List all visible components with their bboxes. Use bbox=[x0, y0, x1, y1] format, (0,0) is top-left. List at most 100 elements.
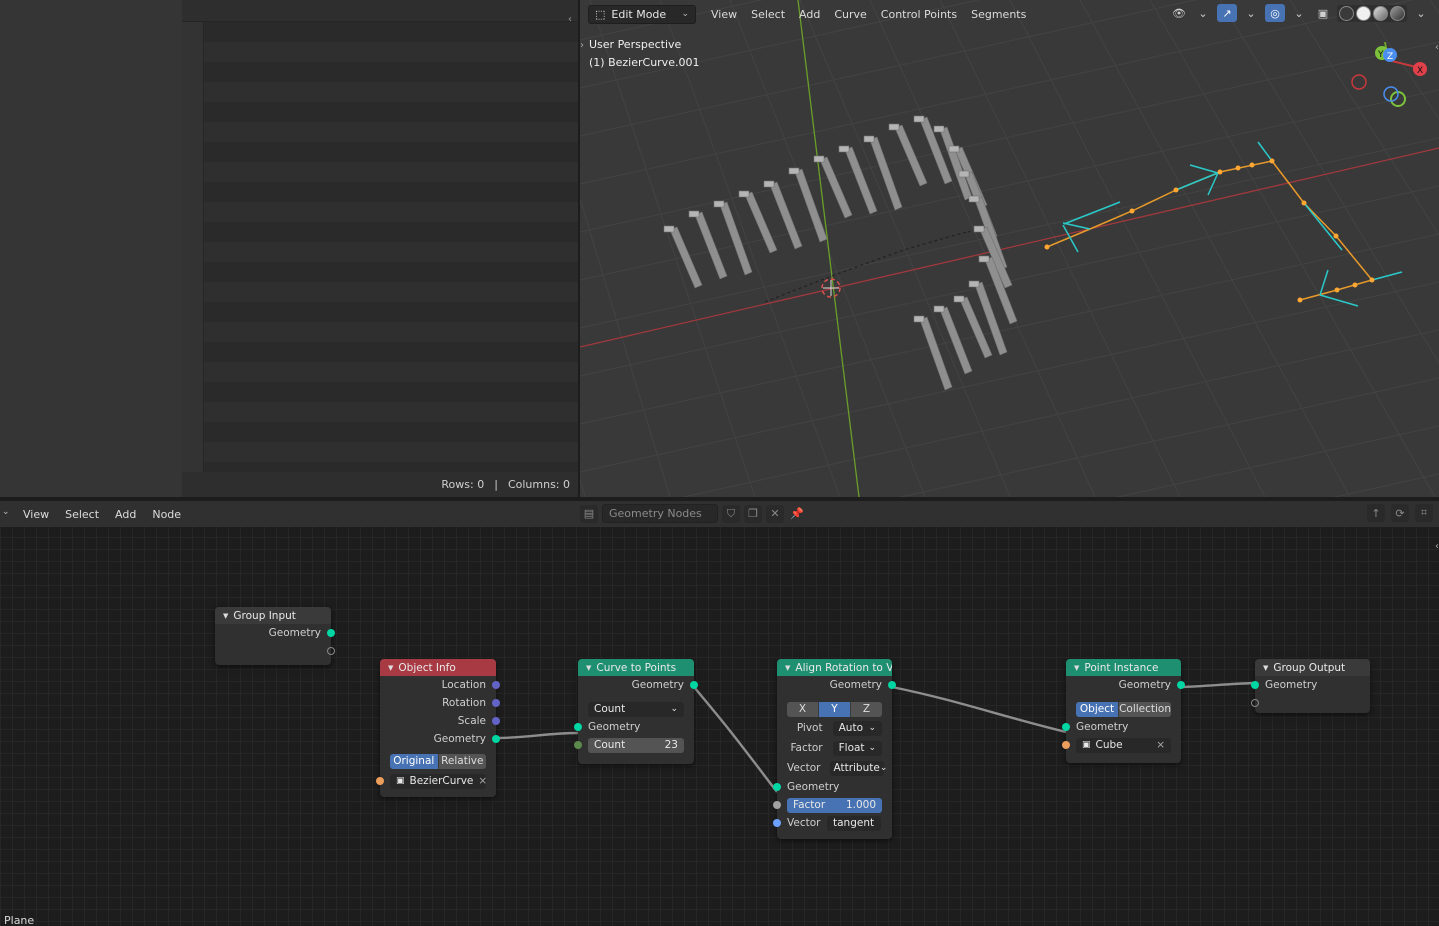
node-object-info[interactable]: ▼ Object Info Location Rotation Scale Ge… bbox=[376, 659, 500, 797]
spreadsheet-table[interactable] bbox=[182, 0, 578, 472]
chevron-down-icon[interactable]: ⌄ bbox=[1193, 4, 1213, 22]
mode-dropdown[interactable]: Count ⌄ bbox=[588, 701, 684, 717]
collapse-triangle-icon[interactable]: ▼ bbox=[785, 664, 790, 672]
node-header[interactable]: ▼ Curve to Points bbox=[578, 659, 694, 676]
gizmo-toggle-icon[interactable]: ↗ bbox=[1217, 4, 1237, 22]
geometry-socket[interactable] bbox=[888, 681, 896, 689]
collapse-triangle-icon[interactable]: ▼ bbox=[1074, 664, 1079, 672]
menu-control-points[interactable]: Control Points bbox=[874, 5, 964, 24]
axis-y-option[interactable]: Y bbox=[819, 701, 851, 717]
chevron-down-icon[interactable]: ⌄ bbox=[1411, 4, 1431, 22]
pin-icon[interactable]: 📌 bbox=[788, 505, 806, 523]
collapse-triangle-icon[interactable]: ▼ bbox=[223, 612, 228, 620]
relative-option[interactable]: Relative bbox=[438, 753, 486, 769]
geometry-socket[interactable] bbox=[327, 629, 335, 637]
snap-icon[interactable]: ⟳ bbox=[1391, 504, 1409, 522]
collapse-arrow-icon[interactable]: ‹ bbox=[568, 14, 572, 25]
chevron-down-icon[interactable]: ⌄ bbox=[1241, 4, 1261, 22]
node-align-rotation-to-vector[interactable]: ▼ Align Rotation to V... Geometry X Y Z … bbox=[773, 659, 896, 839]
object-option[interactable]: Object bbox=[1076, 701, 1120, 717]
vector-attribute-field[interactable]: tangent bbox=[827, 815, 881, 831]
collapse-triangle-icon[interactable]: ▼ bbox=[388, 664, 393, 672]
node-header[interactable]: ▼ Point Instance bbox=[1066, 659, 1181, 676]
vector-socket[interactable] bbox=[492, 699, 500, 707]
chevron-down-icon[interactable]: ⌄ bbox=[1289, 4, 1309, 22]
vector-socket[interactable] bbox=[773, 819, 781, 827]
geometry-socket[interactable] bbox=[690, 681, 698, 689]
factor-slider[interactable]: Factor 1.000 bbox=[787, 797, 882, 813]
axis-x-option[interactable]: X bbox=[787, 701, 819, 717]
empty-socket[interactable] bbox=[327, 647, 335, 655]
clear-icon[interactable]: × bbox=[478, 775, 487, 787]
count-field[interactable]: Count 23 bbox=[588, 737, 684, 753]
node-curve-to-points[interactable]: ▼ Curve to Points Geometry Count ⌄ Geome… bbox=[574, 659, 698, 764]
menu-curve[interactable]: Curve bbox=[827, 5, 873, 24]
object-socket[interactable] bbox=[1062, 741, 1070, 749]
material-shading-icon[interactable] bbox=[1373, 5, 1388, 21]
geometry-socket[interactable] bbox=[492, 735, 500, 743]
node-editor[interactable]: ⌄ View Select Add Node ▤ Geometry Nodes … bbox=[0, 501, 1439, 926]
object-socket[interactable] bbox=[376, 777, 384, 785]
visibility-icon[interactable]: 👁 bbox=[1169, 4, 1189, 22]
collapse-triangle-icon[interactable]: ▼ bbox=[1263, 664, 1268, 672]
node-tree-browse-icon[interactable]: ▤ bbox=[580, 504, 598, 523]
vector-socket[interactable] bbox=[492, 681, 500, 689]
geometry-socket[interactable] bbox=[1251, 681, 1259, 689]
gizmo-z-label[interactable]: Z bbox=[1387, 52, 1393, 62]
clear-icon[interactable]: × bbox=[1156, 739, 1165, 751]
geometry-socket[interactable] bbox=[574, 723, 582, 731]
factor-type-dropdown[interactable]: Float ⌄ bbox=[832, 740, 882, 756]
float-socket[interactable] bbox=[773, 801, 781, 809]
vector-type-dropdown[interactable]: Attribute ⌄ bbox=[830, 760, 887, 776]
original-option[interactable]: Original bbox=[390, 753, 439, 769]
mode-selector[interactable]: ⬚ Edit Mode ⌄ bbox=[588, 4, 696, 24]
menu-select[interactable]: Select bbox=[744, 5, 792, 24]
geometry-socket[interactable] bbox=[1177, 681, 1185, 689]
geometry-socket[interactable] bbox=[773, 783, 781, 791]
sidebar-expand-icon[interactable]: ‹ bbox=[1435, 541, 1439, 552]
instanced-cube-top bbox=[973, 225, 985, 233]
solid-shading-icon[interactable] bbox=[1356, 5, 1371, 21]
sidebar-expand-icon[interactable]: ‹ bbox=[1435, 42, 1439, 53]
menu-view[interactable]: View bbox=[704, 5, 744, 24]
wireframe-shading-icon[interactable] bbox=[1339, 5, 1354, 21]
integer-socket[interactable] bbox=[574, 741, 582, 749]
rendered-shading-icon[interactable] bbox=[1390, 5, 1405, 21]
snap-mode-icon[interactable]: ⌗ bbox=[1415, 504, 1433, 522]
menu-node[interactable]: Node bbox=[145, 505, 188, 524]
menu-add[interactable]: Add bbox=[792, 5, 827, 24]
vector-socket[interactable] bbox=[492, 717, 500, 725]
parent-node-tree-icon[interactable]: ↑ bbox=[1367, 504, 1385, 522]
gizmo-x-label[interactable]: X bbox=[1417, 66, 1423, 76]
node-header[interactable]: ▼ Align Rotation to V... bbox=[777, 659, 892, 676]
overlay-toggle-icon[interactable]: ◎ bbox=[1265, 4, 1285, 22]
close-icon[interactable]: ✕ bbox=[766, 504, 784, 523]
node-group-input[interactable]: ▼ Group Input Geometry bbox=[215, 607, 335, 665]
menu-view[interactable]: View bbox=[16, 505, 56, 524]
collapse-triangle-icon[interactable]: ▼ bbox=[586, 664, 591, 672]
menu-segments[interactable]: Segments bbox=[964, 5, 1033, 24]
node-header[interactable]: ▼ Group Input bbox=[215, 607, 331, 624]
xray-icon[interactable]: ▣ bbox=[1313, 4, 1333, 22]
gizmo-y-label[interactable]: Y bbox=[1377, 50, 1384, 60]
node-group-output[interactable]: ▼ Group Output Geometry bbox=[1251, 659, 1370, 713]
pivot-dropdown[interactable]: Auto ⌄ bbox=[832, 720, 882, 736]
geometry-socket[interactable] bbox=[1062, 723, 1070, 731]
empty-socket[interactable] bbox=[1251, 699, 1259, 707]
collection-option[interactable]: Collection bbox=[1119, 701, 1171, 717]
node-tree-name-field[interactable]: Geometry Nodes bbox=[602, 504, 718, 523]
3d-viewport[interactable]: X Y Z ⬚ Edit Mode ⌄ View Select Add Curv… bbox=[580, 0, 1439, 497]
node-point-instance[interactable]: ▼ Point Instance Geometry Object Collect… bbox=[1062, 659, 1185, 763]
object-field[interactable]: ▣ Cube × bbox=[1076, 737, 1171, 753]
object-field[interactable]: ▣ BezierCurve × bbox=[390, 773, 487, 789]
node-header[interactable]: ▼ Object Info bbox=[380, 659, 496, 676]
editor-type-chevron-icon[interactable]: ⌄ bbox=[2, 507, 10, 517]
menu-add[interactable]: Add bbox=[108, 505, 143, 524]
axis-z-option[interactable]: Z bbox=[851, 701, 882, 717]
viewport-scene[interactable]: X Y Z bbox=[580, 0, 1439, 497]
menu-select[interactable]: Select bbox=[58, 505, 106, 524]
duplicate-icon[interactable]: ❐ bbox=[744, 504, 762, 523]
fake-user-shield-icon[interactable]: ⛉ bbox=[722, 504, 740, 523]
toolbar-expand-icon[interactable]: › bbox=[580, 40, 584, 51]
node-header[interactable]: ▼ Group Output bbox=[1255, 659, 1370, 676]
